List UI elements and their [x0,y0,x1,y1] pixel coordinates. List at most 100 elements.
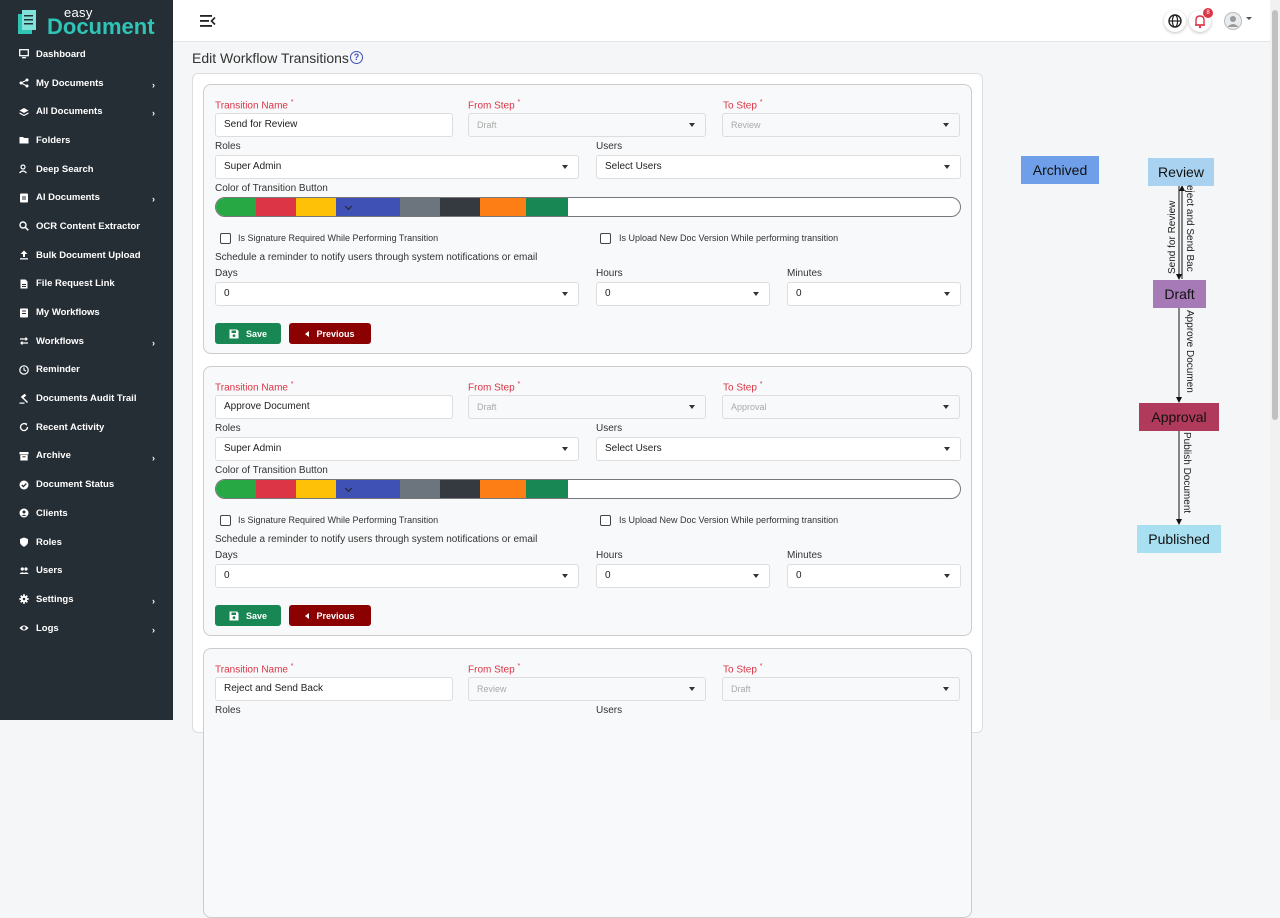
sidebar-item-settings[interactable]: Settings › [0,585,173,614]
color-swatch[interactable] [480,480,526,498]
chevron-down-icon [944,165,950,169]
node-review[interactable]: Review [1148,158,1214,186]
chevron-right-icon: › [152,108,155,119]
sidebar-item-my-documents[interactable]: My Documents › [0,69,173,98]
sidebar-item-users[interactable]: Users [0,556,173,585]
days-select[interactable]: 0 [215,564,579,588]
color-swatch[interactable] [256,198,296,216]
color-swatch[interactable] [296,480,336,498]
sidebar-item-archive[interactable]: Archive › [0,442,173,471]
notification-badge: 8 [1203,8,1213,18]
sidebar-item-document-status[interactable]: Document Status [0,470,173,499]
user-search-icon [18,164,29,175]
node-published[interactable]: Published [1137,525,1221,553]
page-scrollbar[interactable] [1270,0,1280,720]
sidebar-item-label: Documents Audit Trail [36,393,137,405]
color-swatch[interactable] [440,198,480,216]
transition-name-label: Transition Name * [215,663,294,676]
to-step-select[interactable]: Draft [722,677,960,701]
color-swatch[interactable] [440,480,480,498]
sidebar-item-ai-documents[interactable]: AI Documents › [0,183,173,212]
upload-version-checkbox[interactable] [600,233,611,244]
to-step-label: To Step * [723,381,763,394]
color-swatch[interactable] [526,480,568,498]
chevron-down-icon [562,165,568,169]
sidebar-item-recent-activity[interactable]: Recent Activity [0,413,173,442]
transition-name-input[interactable]: Reject and Send Back [215,677,453,701]
avatar-icon [1224,12,1242,30]
gear-icon [18,594,29,605]
users-label: Users [596,141,623,152]
sidebar-item-folders[interactable]: Folders [0,126,173,155]
signature-checkbox[interactable] [220,233,231,244]
node-archived[interactable]: Archived [1021,156,1099,184]
chevron-down-icon [562,574,568,578]
color-swatch[interactable] [400,480,440,498]
sidebar-item-my-workflows[interactable]: My Workflows [0,298,173,327]
minutes-select[interactable]: 0 [787,282,961,306]
color-swatch[interactable] [480,198,526,216]
node-approval[interactable]: Approval [1139,403,1219,431]
users-label: Users [596,705,623,716]
save-button[interactable]: Save [215,323,281,344]
folder-icon [18,135,29,146]
minutes-select[interactable]: 0 [787,564,961,588]
sidebar-item-ocr-content-extractor[interactable]: OCR Content Extractor [0,212,173,241]
sidebar-item-workflows[interactable]: Workflows › [0,327,173,356]
hours-select[interactable]: 0 [596,282,770,306]
chevron-right-icon: › [152,596,155,607]
to-step-select[interactable]: Review [722,113,960,137]
page-title: Edit Workflow Transitions [192,50,349,66]
users-select[interactable]: Select Users [596,155,961,179]
sidebar-item-all-documents[interactable]: All Documents › [0,97,173,126]
from-step-select[interactable]: Draft [468,395,706,419]
roles-select[interactable]: Super Admin [215,155,579,179]
color-swatch[interactable] [256,480,296,498]
color-swatch[interactable] [216,198,256,216]
days-select[interactable]: 0 [215,282,579,306]
users-label: Users [596,423,623,434]
logo[interactable]: easy Document [16,5,156,39]
sidebar-item-documents-audit-trail[interactable]: Documents Audit Trail [0,384,173,413]
save-button[interactable]: Save [215,605,281,626]
help-icon[interactable]: ? [350,51,363,64]
color-picker[interactable] [215,479,961,499]
top-header [173,0,1270,42]
from-step-select[interactable]: Review [468,677,706,701]
sidebar-item-bulk-document-upload[interactable]: Bulk Document Upload [0,241,173,270]
previous-button[interactable]: Previous [289,605,371,626]
roles-select[interactable]: Super Admin [215,437,579,461]
color-picker[interactable] [215,197,961,217]
from-step-select[interactable]: Draft [468,113,706,137]
transition-name-input[interactable]: Send for Review [215,113,453,137]
sidebar-item-roles[interactable]: Roles [0,528,173,557]
sidebar-item-dashboard[interactable]: Dashboard [0,40,173,69]
sidebar-item-reminder[interactable]: Reminder [0,356,173,385]
users-select[interactable]: Select Users [596,437,961,461]
color-swatch[interactable] [216,480,256,498]
color-swatch[interactable] [526,198,568,216]
to-step-select[interactable]: Approval [722,395,960,419]
user-menu[interactable] [1224,12,1254,30]
color-swatch[interactable] [296,198,336,216]
signature-checkbox[interactable] [220,515,231,526]
transition-name-input[interactable]: Approve Document [215,395,453,419]
node-draft[interactable]: Draft [1153,280,1206,308]
sidebar-item-label: All Documents [36,106,103,118]
sidebar-item-clients[interactable]: Clients [0,499,173,528]
sidebar-item-logs[interactable]: Logs › [0,614,173,643]
menu-toggle-icon[interactable] [200,14,216,28]
previous-button[interactable]: Previous [289,323,371,344]
sidebar-item-deep-search[interactable]: Deep Search [0,155,173,184]
sidebar-item-file-request-link[interactable]: File Request Link [0,270,173,299]
language-button[interactable] [1164,10,1186,32]
hours-select[interactable]: 0 [596,564,770,588]
sidebar-item-label: Logs [36,622,59,634]
minutes-label: Minutes [787,268,823,279]
search-icon [18,221,29,232]
roles-label: Roles [215,423,241,434]
to-step-label: To Step * [723,663,763,676]
color-swatch[interactable] [400,198,440,216]
chevron-down-icon [943,687,949,691]
upload-version-checkbox[interactable] [600,515,611,526]
